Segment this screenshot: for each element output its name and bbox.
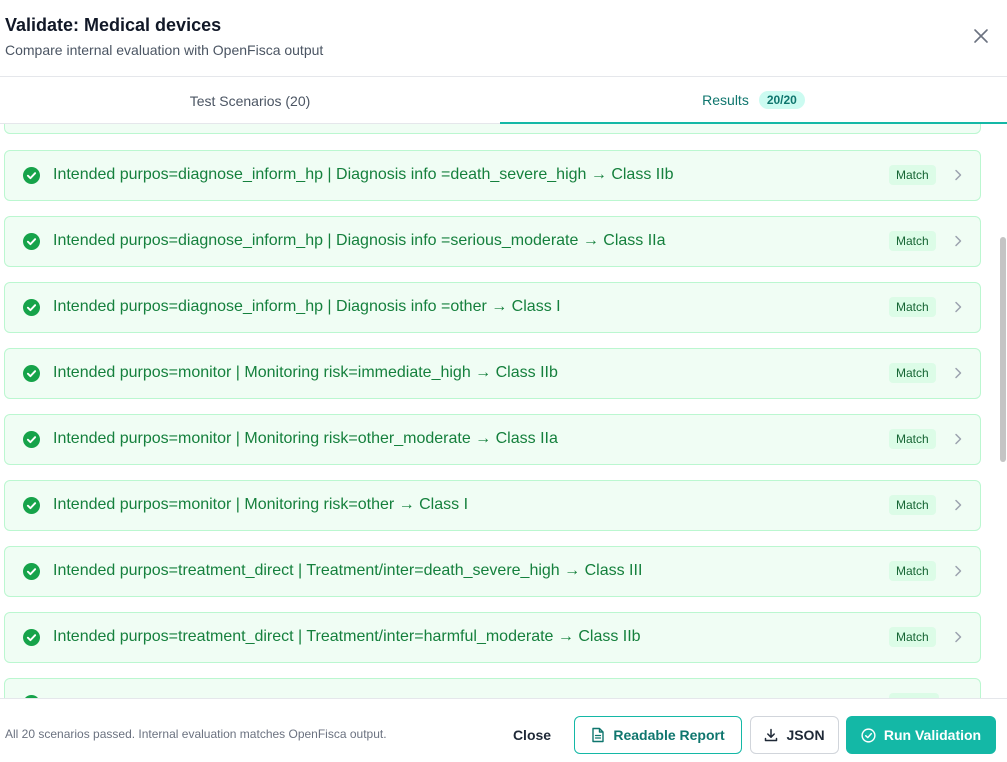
chevron-right-icon [955, 631, 962, 643]
download-icon [765, 728, 778, 742]
dialog-title: Validate: Medical devices [5, 15, 222, 35]
readable-report-label: Readable Report [613, 727, 725, 743]
match-badge: Match [889, 429, 936, 449]
check-circle-icon [23, 365, 40, 382]
chevron-right-icon [955, 499, 962, 511]
tab-bar: Test Scenarios (20) Results 20/20 [0, 77, 1007, 124]
result-row-label: Intended purpos=treatment_direct | Treat… [53, 562, 643, 579]
chevron-right-icon [955, 169, 962, 181]
dialog-header: Validate: Medical devices Compare intern… [0, 0, 1007, 77]
check-circle-icon [23, 431, 40, 448]
match-badge: Match [889, 561, 936, 581]
match-badge: Match [889, 165, 936, 185]
check-circle-icon [23, 497, 40, 514]
result-row[interactable]: Intended purpos=diagnose_inform_hp | Dia… [4, 282, 981, 333]
result-row-label: Intended purpos=diagnose_inform_hp | Dia… [53, 232, 666, 249]
match-badge: Match [889, 363, 936, 383]
result-row-label: Intended purpos=diagnose_inform_hp | Dia… [53, 298, 561, 315]
match-badge: Match [889, 231, 936, 251]
match-badge: Match [889, 297, 936, 317]
match-badge: Match [889, 627, 936, 647]
result-row[interactable]: Intended purpos=monitor | Monitoring ris… [4, 480, 981, 531]
chevron-right-icon [955, 367, 962, 379]
tab-test-scenarios[interactable]: Test Scenarios (20) [0, 77, 500, 124]
readable-report-button[interactable]: Readable Report [574, 716, 742, 754]
result-row-label: Intended purpos=monitor | Monitoring ris… [53, 430, 558, 447]
json-button-label: JSON [786, 727, 825, 743]
chevron-right-icon [955, 565, 962, 577]
check-circle-icon [23, 629, 40, 646]
result-row-label: Intended purpos=treatment_direct | Treat… [53, 628, 641, 645]
dialog-subtitle: Compare internal evaluation with OpenFis… [5, 42, 324, 58]
tab-results-label: Results [702, 91, 749, 108]
check-circle-icon [23, 233, 40, 250]
validation-status-text: All 20 scenarios passed. Internal evalua… [5, 727, 387, 741]
chevron-right-icon [955, 235, 962, 247]
check-circle-outline-icon [861, 727, 876, 743]
result-row[interactable]: Intended purpos=treatment_direct | Treat… [4, 546, 981, 597]
result-row[interactable]: Intended purpos=treatment_direct | Treat… [4, 612, 981, 663]
result-row-label: Intended purpos=monitor | Monitoring ris… [53, 364, 558, 381]
result-row-partial-top[interactable] [4, 124, 981, 134]
result-row[interactable]: Intended purpos=diagnose_inform_hp | Dia… [4, 150, 981, 201]
validation-dialog: Validate: Medical devices Compare intern… [0, 0, 1007, 762]
results-scrollbar[interactable] [999, 124, 1007, 698]
result-row[interactable]: Intended purpos=monitor | Monitoring ris… [4, 414, 981, 465]
check-circle-icon [23, 299, 40, 316]
scrollbar-thumb[interactable] [1000, 237, 1006, 462]
result-row[interactable]: Intended purpos=diagnose_inform_hp | Dia… [4, 216, 981, 267]
result-row-partial-bottom[interactable] [4, 678, 981, 698]
document-icon [592, 727, 605, 743]
chevron-right-icon [955, 301, 962, 313]
check-circle-icon [23, 563, 40, 580]
result-row-label: Intended purpos=diagnose_inform_hp | Dia… [53, 166, 674, 183]
results-list[interactable]: Intended purpos=diagnose_inform_hp | Dia… [0, 124, 1007, 698]
tab-results[interactable]: Results 20/20 [500, 77, 1007, 124]
result-row[interactable]: Intended purpos=monitor | Monitoring ris… [4, 348, 981, 399]
chevron-right-icon [955, 433, 962, 445]
close-button[interactable]: Close [502, 716, 562, 754]
result-row-label: Intended purpos=monitor | Monitoring ris… [53, 496, 469, 513]
run-validation-button[interactable]: Run Validation [846, 716, 996, 754]
results-count-badge: 20/20 [758, 90, 805, 109]
match-badge: Match [889, 495, 936, 515]
dialog-footer: All 20 scenarios passed. Internal evalua… [0, 698, 1007, 762]
tab-test-scenarios-label: Test Scenarios (20) [189, 92, 311, 109]
check-circle-icon [23, 167, 40, 184]
close-button-label: Close [512, 727, 552, 743]
close-icon[interactable] [972, 27, 990, 45]
json-download-button[interactable]: JSON [750, 716, 839, 754]
run-validation-label: Run Validation [883, 727, 982, 743]
